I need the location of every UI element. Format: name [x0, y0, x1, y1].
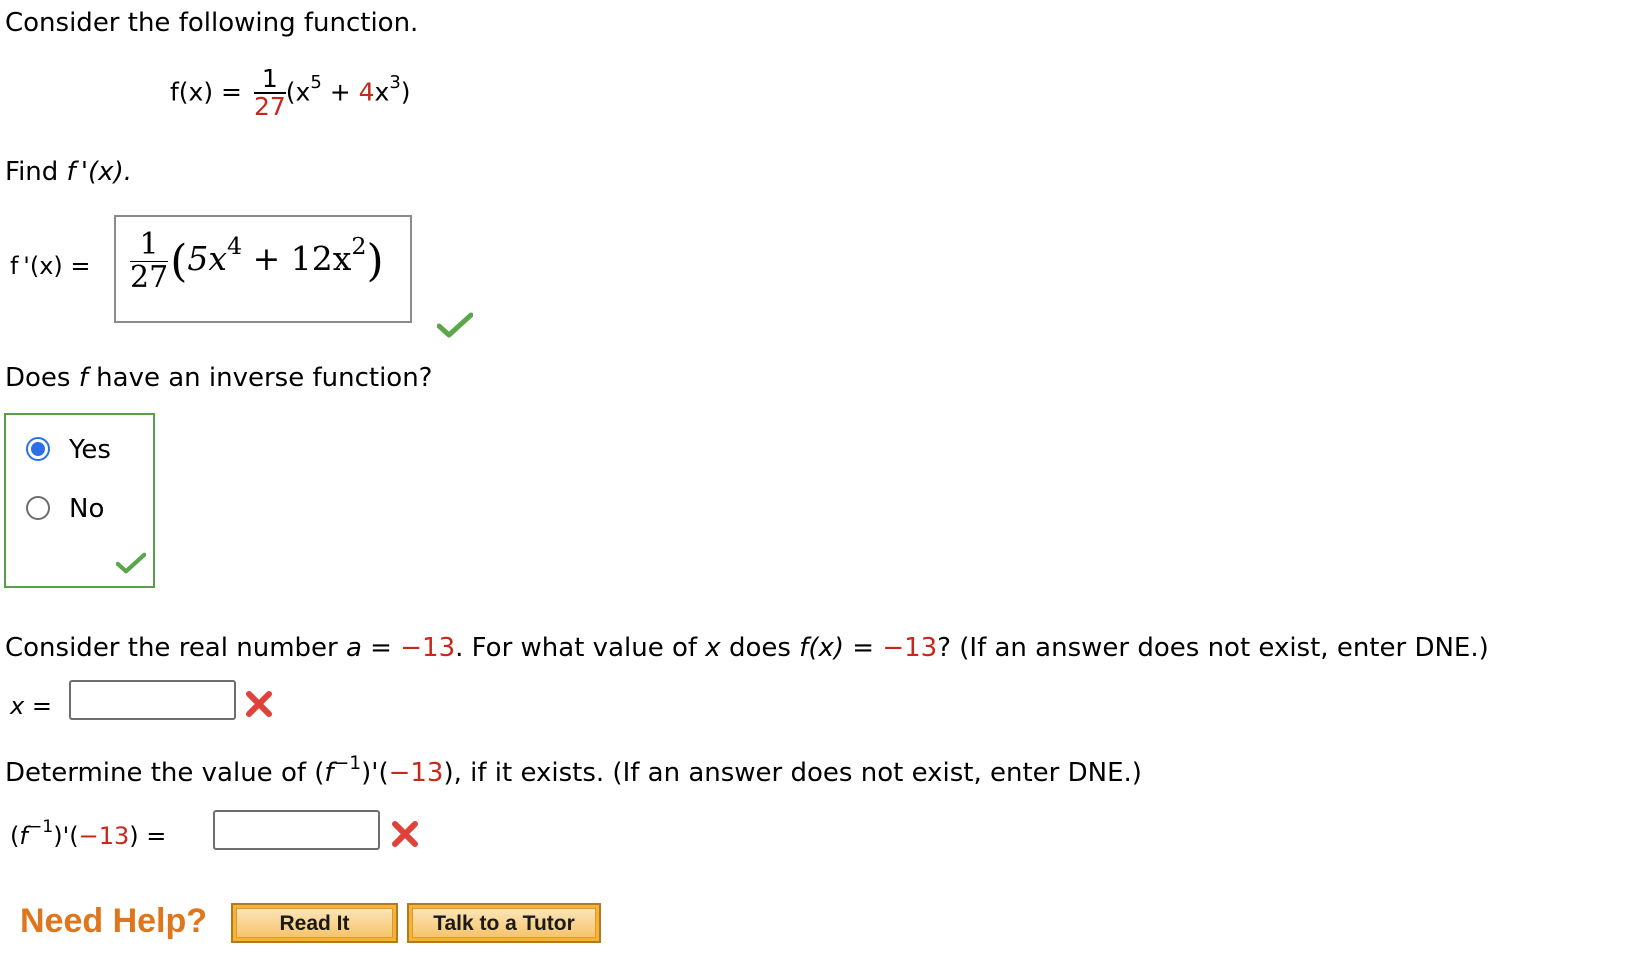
radio-no[interactable]	[26, 496, 50, 520]
real-number-question: Consider the real number a = −13. For wh…	[5, 633, 1489, 663]
correct-check-icon	[437, 312, 473, 338]
radio-no-label[interactable]: No	[69, 494, 104, 524]
derivative-answer: 1 27 (5x4 + 12x2)	[130, 227, 384, 295]
function-definition: f(x) = 1 27 (x5 + 4x3)	[170, 64, 411, 122]
talk-to-tutor-button[interactable]: Talk to a Tutor	[407, 903, 601, 943]
radio-yes-label[interactable]: Yes	[69, 435, 111, 465]
derivative-answer-box[interactable]: 1 27 (5x4 + 12x2)	[114, 215, 412, 323]
correct-check-icon	[116, 552, 146, 574]
derivative-label: f '(x) =	[10, 252, 91, 280]
inverse-derivative-question: Determine the value of (f−1)'(−13), if i…	[5, 752, 1142, 788]
fraction-denominator: 27	[253, 92, 286, 122]
inverse-derivative-input[interactable]	[213, 810, 380, 850]
function-fraction: 1 27	[253, 65, 286, 122]
incorrect-x-icon	[392, 821, 418, 847]
intro-text: Consider the following function.	[5, 8, 419, 38]
answer-fraction: 1 27	[130, 227, 169, 295]
fraction-numerator: 1	[253, 65, 286, 95]
find-prompt: Find f '(x).	[5, 157, 132, 187]
x-value-input[interactable]	[69, 680, 236, 720]
incorrect-x-icon	[246, 691, 272, 717]
inverse-radio-group: Yes No	[4, 413, 155, 588]
radio-yes[interactable]	[26, 437, 50, 461]
need-help-heading: Need Help?	[20, 902, 208, 940]
inverse-question: Does f have an inverse function?	[5, 363, 433, 393]
x-input-label: x =	[10, 692, 52, 720]
read-it-button[interactable]: Read It	[231, 903, 398, 943]
function-lhs: f(x) =	[170, 77, 242, 107]
inverse-derivative-label: (f−1)'(−13) =	[10, 817, 167, 850]
coefficient: 4	[358, 77, 375, 107]
